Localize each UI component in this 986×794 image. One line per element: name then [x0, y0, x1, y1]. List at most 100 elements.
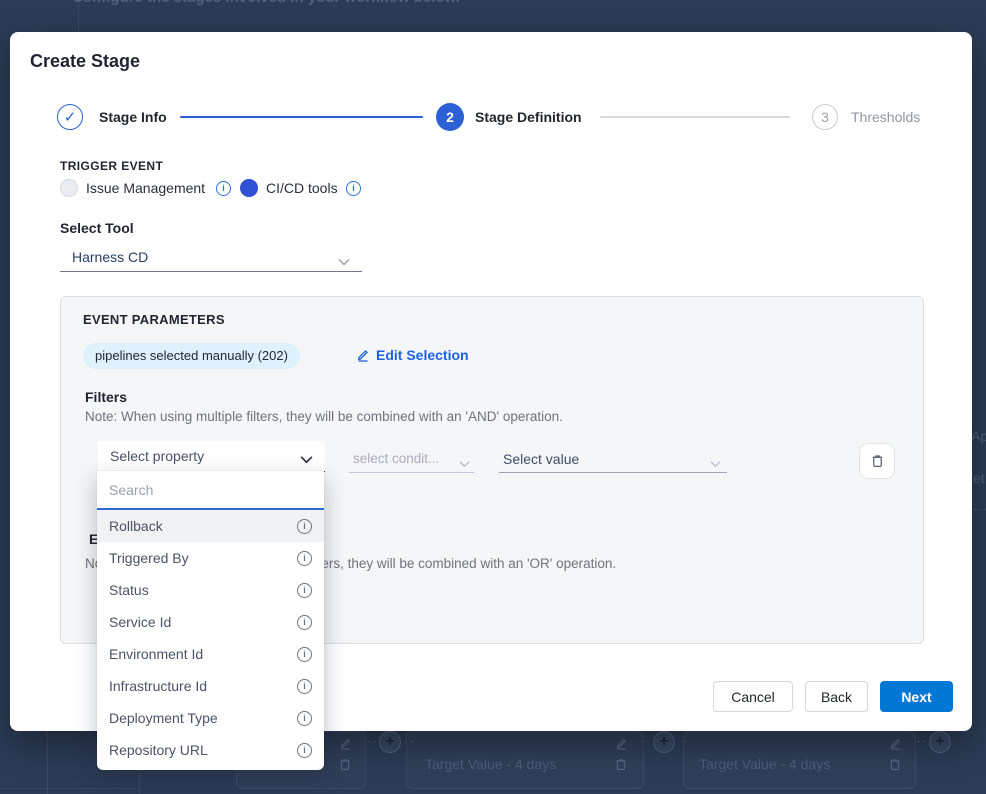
radio-cicd-tools-label[interactable]: CI/CD tools	[266, 178, 338, 198]
step-number: 3	[821, 109, 829, 125]
background-text-fragment: et	[973, 470, 985, 486]
dropdown-option-infrastructure-id[interactable]: Infrastructure Id i	[97, 670, 324, 702]
select-tool-label: Select Tool	[60, 220, 134, 236]
radio-cicd-tools[interactable]	[240, 179, 258, 197]
connector-dash	[641, 741, 650, 742]
add-stage-button: +	[653, 731, 675, 753]
option-label: Infrastructure Id	[109, 678, 207, 694]
step-3-label: Thresholds	[851, 104, 920, 130]
step-1-label: Stage Info	[99, 104, 167, 130]
step-3-indicator[interactable]: 3	[812, 104, 838, 130]
trash-icon	[614, 757, 628, 772]
plus-icon: +	[385, 734, 394, 750]
connector-dash	[917, 741, 926, 742]
filter-value-placeholder: Select value	[503, 447, 579, 471]
modal-title: Create Stage	[30, 51, 140, 72]
option-label: Triggered By	[109, 550, 189, 566]
info-icon[interactable]: i	[297, 679, 312, 694]
dropdown-option-status[interactable]: Status i	[97, 574, 324, 606]
trash-icon	[338, 757, 352, 772]
edit-selection-label: Edit Selection	[376, 347, 469, 363]
edit-selection-link[interactable]: Edit Selection	[356, 347, 469, 363]
filter-condition-select[interactable]: select condit...	[349, 447, 474, 473]
info-icon[interactable]: i	[297, 583, 312, 598]
tool-select-value: Harness CD	[72, 244, 148, 270]
dropdown-option-rollback[interactable]: Rollback i	[97, 510, 324, 542]
trash-icon	[870, 453, 885, 469]
plus-icon: +	[659, 734, 668, 750]
dropdown-search[interactable]	[97, 471, 324, 510]
cancel-button[interactable]: Cancel	[713, 681, 793, 712]
info-icon[interactable]: i	[297, 519, 312, 534]
info-glyph: i	[303, 554, 306, 563]
chevron-down-icon	[338, 253, 350, 271]
dropdown-option-deployment-type[interactable]: Deployment Type i	[97, 702, 324, 734]
background-subtitle: Configure the stages involved in your wo…	[72, 0, 460, 8]
edit-icon	[356, 348, 370, 362]
chevron-down-icon	[459, 455, 470, 473]
radio-issue-management[interactable]	[60, 179, 78, 197]
step-2-indicator[interactable]: 2	[436, 103, 464, 131]
stepper-connector	[180, 116, 423, 118]
dropdown-option-triggered-by[interactable]: Triggered By i	[97, 542, 324, 574]
background-divider	[47, 731, 48, 794]
info-glyph: i	[303, 746, 306, 755]
info-glyph: i	[303, 522, 306, 531]
pipelines-selection-pill: pipelines selected manually (202)	[83, 343, 300, 369]
dropdown-option-service-id[interactable]: Service Id i	[97, 606, 324, 638]
filter-condition-placeholder: select condit...	[353, 447, 439, 471]
option-label: Environment Id	[109, 646, 203, 662]
stage-card-label: Target Value - 4 days	[699, 756, 830, 772]
next-button[interactable]: Next	[880, 681, 953, 712]
filter-property-placeholder: Select property	[110, 441, 204, 471]
add-stage-button: +	[929, 731, 951, 753]
screen: Configure the stages involved in your wo…	[0, 0, 986, 794]
background-divider	[78, 0, 79, 32]
info-glyph: i	[352, 184, 355, 193]
dropdown-option-environment-id[interactable]: Environment Id i	[97, 638, 324, 670]
option-label: Status	[109, 582, 149, 598]
step-1-complete-indicator[interactable]: ✓	[57, 104, 83, 130]
info-icon[interactable]: i	[297, 615, 312, 630]
plus-icon: +	[935, 734, 944, 750]
step-number: 2	[446, 109, 454, 125]
check-icon: ✓	[64, 108, 77, 126]
event-parameters-heading: EVENT PARAMETERS	[83, 312, 225, 327]
dropdown-option-repository-url[interactable]: Repository URL i	[97, 734, 324, 766]
filters-heading: Filters	[85, 389, 127, 405]
option-label: Repository URL	[109, 742, 208, 758]
info-icon[interactable]: i	[346, 181, 361, 196]
radio-issue-management-label[interactable]: Issue Management	[86, 178, 205, 198]
stepper-connector	[600, 116, 790, 118]
info-icon[interactable]: i	[297, 647, 312, 662]
filter-property-select[interactable]: Select property	[98, 441, 325, 472]
filter-value-select[interactable]: Select value	[499, 447, 727, 473]
info-glyph: i	[303, 650, 306, 659]
trash-icon	[888, 757, 902, 772]
edit-icon	[339, 737, 352, 750]
info-icon[interactable]: i	[297, 743, 312, 758]
info-icon[interactable]: i	[297, 711, 312, 726]
info-icon[interactable]: i	[216, 181, 231, 196]
chevron-down-icon	[300, 451, 313, 469]
info-icon[interactable]: i	[297, 551, 312, 566]
connector-dash	[367, 741, 376, 742]
step-2-label: Stage Definition	[475, 104, 582, 130]
back-button[interactable]: Back	[805, 681, 868, 712]
stage-card-label: Target Value - 4 days	[425, 756, 556, 772]
add-stage-button: +	[379, 731, 401, 753]
info-glyph: i	[222, 184, 225, 193]
info-glyph: i	[303, 714, 306, 723]
edit-icon	[615, 737, 628, 750]
option-label: Deployment Type	[109, 710, 218, 726]
property-dropdown-menu: Rollback i Triggered By i Status i Servi…	[97, 471, 324, 770]
background-stage-card: Target Value - 4 days	[683, 731, 916, 789]
search-input[interactable]	[97, 471, 324, 508]
create-stage-modal: Create Stage ✓ Stage Info 2 Stage Defini…	[10, 32, 972, 731]
background-divider	[0, 788, 139, 789]
edit-icon	[889, 737, 902, 750]
delete-filter-button[interactable]	[859, 443, 895, 479]
option-label: Rollback	[109, 518, 163, 534]
tool-select[interactable]: Harness CD	[60, 244, 362, 272]
info-glyph: i	[303, 586, 306, 595]
